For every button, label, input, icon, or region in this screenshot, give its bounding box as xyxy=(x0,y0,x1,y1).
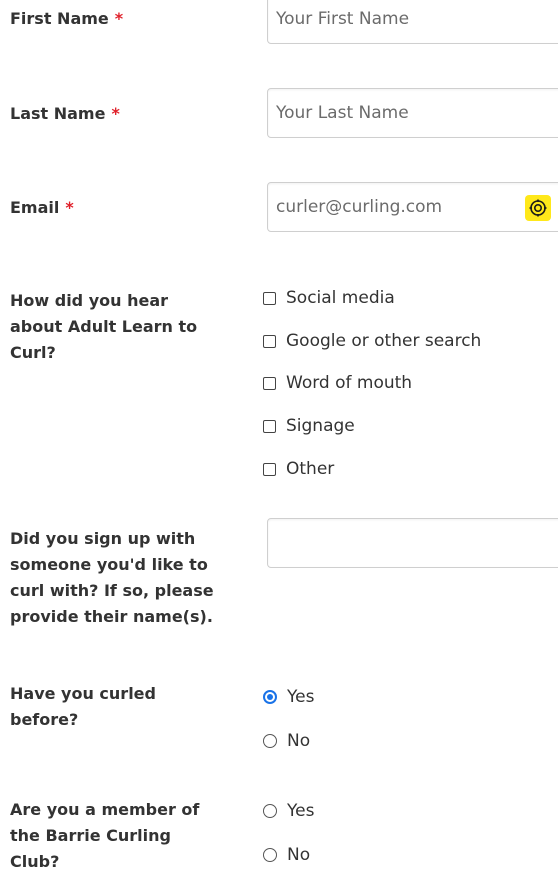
checkbox-box[interactable] xyxy=(263,419,276,433)
radio-button[interactable] xyxy=(263,734,277,748)
member-label: Are you a member of the Barrie Curling C… xyxy=(10,797,199,875)
radio-member-yes[interactable]: Yes xyxy=(263,801,314,821)
checkbox-label: Social media xyxy=(286,288,395,308)
checkbox-label: Google or other search xyxy=(286,331,482,351)
radio-member-no[interactable]: No xyxy=(263,845,310,865)
hear-about-label-line: about Adult Learn to xyxy=(10,317,198,336)
partner-label-line: provide their name(s). xyxy=(10,607,213,626)
radio-curled-no[interactable]: No xyxy=(263,731,310,751)
checkbox-label: Signage xyxy=(286,416,355,436)
checkbox-signage[interactable]: Signage xyxy=(263,416,355,436)
partner-label-line: someone you'd like to xyxy=(10,555,208,574)
email-label-text: Email xyxy=(10,198,60,217)
curled-before-label: Have you curled before? xyxy=(10,681,156,733)
radio-label: Yes xyxy=(287,687,315,707)
radio-label: No xyxy=(287,845,311,865)
curled-before-label-line: before? xyxy=(10,710,79,729)
checkbox-social-media[interactable]: Social media xyxy=(263,288,395,308)
radio-curled-yes[interactable]: Yes xyxy=(263,687,314,707)
target-icon[interactable] xyxy=(525,195,551,221)
required-asterisk: * xyxy=(111,104,120,123)
member-label-line: Club? xyxy=(10,852,60,871)
required-asterisk: * xyxy=(65,198,74,217)
checkbox-box[interactable] xyxy=(263,462,276,476)
radio-label: No xyxy=(287,731,311,751)
radio-button[interactable] xyxy=(263,804,277,818)
email-field[interactable] xyxy=(267,182,558,232)
last-name-label-text: Last Name xyxy=(10,104,106,123)
last-name-label: Last Name * xyxy=(10,101,120,127)
checkbox-label: Word of mouth xyxy=(286,373,413,393)
partner-names-field[interactable] xyxy=(267,518,558,568)
first-name-label-text: First Name xyxy=(10,9,109,28)
checkbox-other[interactable]: Other xyxy=(263,459,334,479)
radio-button[interactable] xyxy=(263,690,277,704)
first-name-field[interactable] xyxy=(267,0,558,44)
checkbox-google-search[interactable]: Google or other search xyxy=(263,331,481,351)
radio-button[interactable] xyxy=(263,848,277,862)
hear-about-label: How did you hear about Adult Learn to Cu… xyxy=(10,288,197,366)
first-name-input[interactable] xyxy=(276,0,516,43)
partner-label: Did you sign up with someone you'd like … xyxy=(10,526,214,630)
checkbox-word-of-mouth[interactable]: Word of mouth xyxy=(263,373,412,393)
required-asterisk: * xyxy=(114,9,124,28)
checkbox-box[interactable] xyxy=(263,376,276,390)
partner-label-line: Did you sign up with xyxy=(10,529,196,548)
last-name-input[interactable] xyxy=(276,89,516,137)
hear-about-label-line: Curl? xyxy=(10,343,56,362)
last-name-field[interactable] xyxy=(267,88,558,138)
first-name-label: First Name * xyxy=(10,6,123,32)
curled-before-label-line: Have you curled xyxy=(10,684,156,703)
member-label-line: the Barrie Curling xyxy=(10,826,171,845)
radio-label: Yes xyxy=(287,801,315,821)
partner-names-input[interactable] xyxy=(276,519,516,567)
checkbox-box[interactable] xyxy=(263,334,276,348)
hear-about-label-line: How did you hear xyxy=(10,291,169,310)
email-input[interactable] xyxy=(276,183,506,231)
partner-label-line: curl with? If so, please xyxy=(10,581,214,600)
checkbox-box[interactable] xyxy=(263,291,276,305)
email-label: Email * xyxy=(10,195,74,221)
member-label-line: Are you a member of xyxy=(10,800,200,819)
checkbox-label: Other xyxy=(286,459,335,479)
